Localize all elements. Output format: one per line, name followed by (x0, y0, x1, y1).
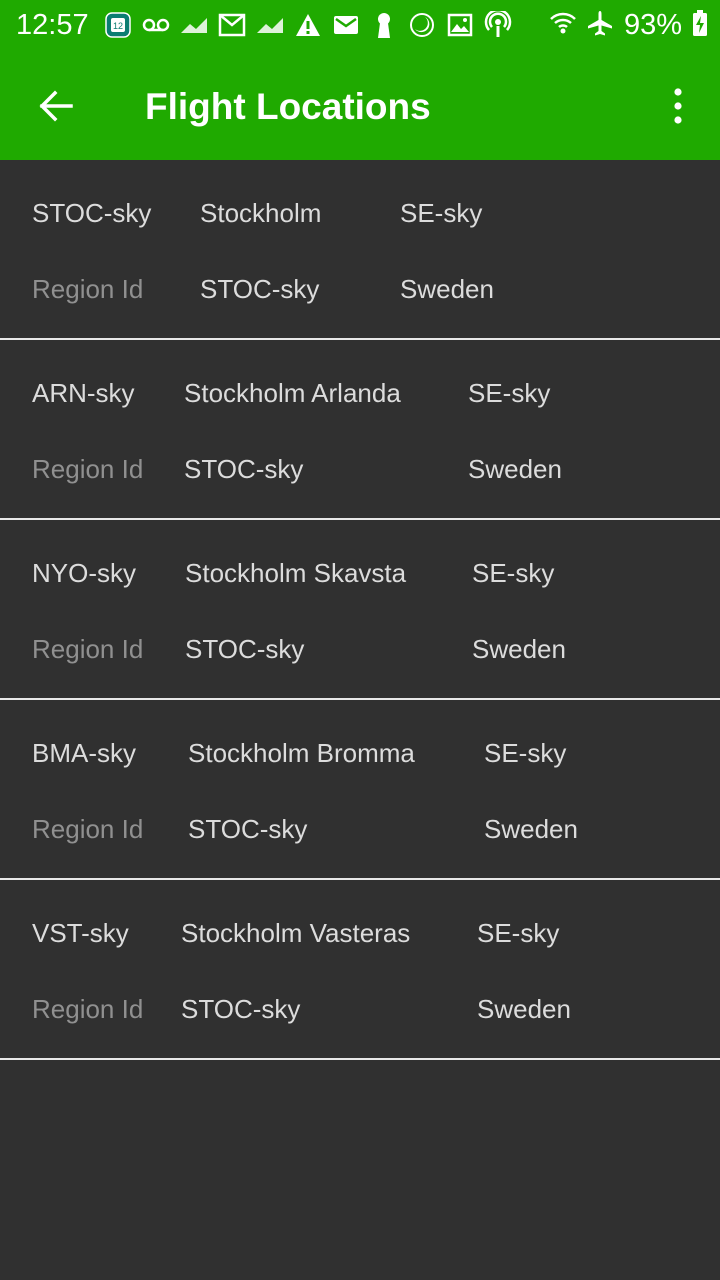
region-id-label: Region Id (32, 274, 144, 304)
location-code: VST-sky (32, 918, 129, 948)
calendar-icon: 12 (104, 11, 132, 39)
country-code: SE-sky (472, 558, 555, 588)
battery-charging-icon (692, 9, 708, 42)
region-id-value: STOC-sky (184, 454, 304, 484)
location-name: Stockholm Arlanda (184, 378, 401, 408)
moon-icon (408, 11, 436, 39)
status-time: 12:57 (16, 9, 89, 41)
back-button[interactable] (28, 78, 84, 134)
location-code: NYO-sky (32, 558, 136, 588)
warning-icon (294, 11, 322, 39)
location-name: Stockholm Bromma (188, 738, 415, 768)
country-code: SE-sky (400, 198, 483, 228)
location-name: Stockholm (200, 198, 322, 228)
country-name: Sweden (477, 994, 571, 1024)
gmail-icon (218, 11, 246, 39)
toolbar: Flight Locations (0, 50, 720, 160)
locations-list: STOC-sky Stockholm SE-sky Region Id STOC… (0, 160, 720, 1060)
keyhole-icon (370, 11, 398, 39)
wifi-icon (550, 10, 576, 41)
region-id-value: STOC-sky (181, 994, 301, 1024)
country-code: SE-sky (477, 918, 560, 948)
region-id-label: Region Id (32, 994, 144, 1024)
status-bar: 12:57 12 93% (0, 0, 720, 50)
location-row[interactable]: BMA-sky Stockholm Bromma SE-sky Region I… (0, 700, 720, 880)
country-name: Sweden (468, 454, 562, 484)
trending-icon (256, 11, 284, 39)
location-code: STOC-sky (32, 198, 152, 228)
voicemail-icon (142, 11, 170, 39)
region-id-label: Region Id (32, 814, 144, 844)
location-name: Stockholm Skavsta (185, 558, 407, 588)
image-icon (446, 11, 474, 39)
country-code: SE-sky (484, 738, 567, 768)
app-bar: 12:57 12 93% Flight Locations (0, 0, 720, 160)
page-title: Flight Locations (145, 86, 431, 127)
location-row[interactable]: VST-sky Stockholm Vasteras SE-sky Region… (0, 880, 720, 1060)
region-id-label: Region Id (32, 634, 144, 664)
country-name: Sweden (400, 274, 494, 304)
country-name: Sweden (472, 634, 566, 664)
location-row[interactable]: NYO-sky Stockholm Skavsta SE-sky Region … (0, 520, 720, 700)
region-id-value: STOC-sky (188, 814, 308, 844)
airplane-icon (586, 9, 614, 42)
location-code: ARN-sky (32, 378, 135, 408)
notification-icons: 12 (104, 8, 512, 42)
more-options-button[interactable] (658, 80, 698, 132)
location-name: Stockholm Vasteras (181, 918, 411, 948)
back-arrow-icon (39, 90, 73, 122)
region-id-value: STOC-sky (200, 274, 320, 304)
podcast-icon (484, 11, 512, 39)
trending-icon (180, 11, 208, 39)
location-row[interactable]: ARN-sky Stockholm Arlanda SE-sky Region … (0, 340, 720, 520)
region-id-label: Region Id (32, 454, 144, 484)
calendar-badge: 12 (113, 21, 123, 31)
country-code: SE-sky (468, 378, 551, 408)
region-id-value: STOC-sky (185, 634, 305, 664)
system-icons: 93% (550, 6, 708, 44)
country-name: Sweden (484, 814, 578, 844)
location-row[interactable]: STOC-sky Stockholm SE-sky Region Id STOC… (0, 160, 720, 340)
mail-icon (332, 11, 360, 39)
more-vert-icon (674, 88, 682, 124)
location-code: BMA-sky (32, 738, 136, 768)
battery-percent: 93% (623, 9, 682, 41)
